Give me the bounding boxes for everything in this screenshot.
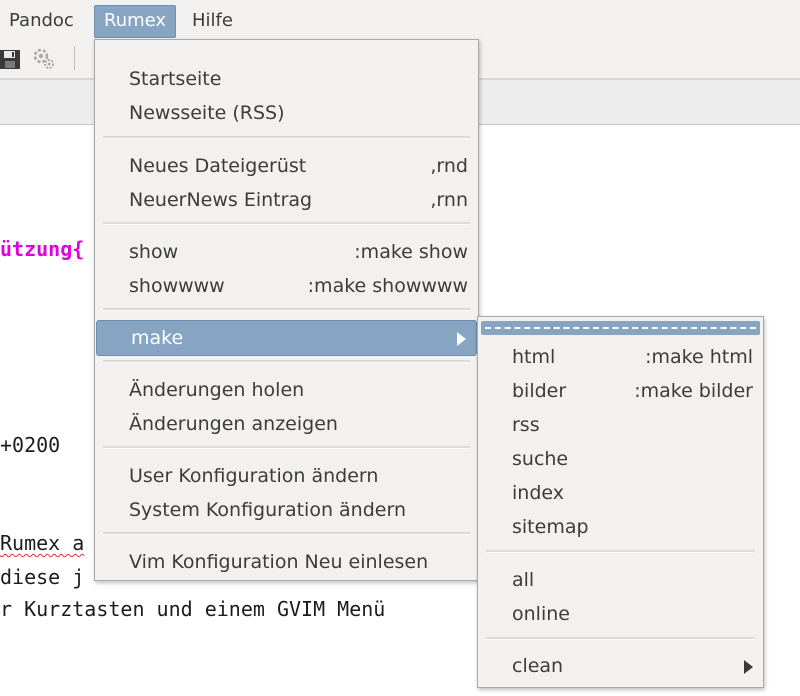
menu-item-accelerator: :make showwww: [307, 275, 468, 297]
menu-item-label: all: [512, 569, 535, 591]
menu-hilfe[interactable]: Hilfe: [183, 5, 242, 36]
menu-separator: [486, 550, 755, 553]
menu-item-label: bilder: [512, 380, 567, 402]
chevron-right-icon: [744, 660, 753, 674]
menu-item-accelerator: :make html: [645, 346, 753, 368]
menu-item-online[interactable]: online: [478, 597, 763, 631]
menubar: Pandoc Rumex Hilfe: [0, 0, 800, 40]
menu-item-label: System Konfiguration ändern: [129, 499, 406, 521]
menu-item-bilder[interactable]: bilder :make bilder: [478, 374, 763, 408]
menu-item-newsseite[interactable]: Newsseite (RSS): [95, 96, 478, 130]
editor-line-text: Rumex a: [0, 531, 85, 555]
menu-separator: [486, 637, 755, 640]
save-icon[interactable]: [0, 47, 22, 71]
menu-item-html[interactable]: html :make html: [478, 340, 763, 374]
menu-separator: [103, 360, 470, 363]
menu-separator: [103, 222, 470, 225]
menu-item-showwww[interactable]: showwww :make showwww: [95, 269, 478, 303]
menu-separator: [103, 446, 470, 449]
editor-line: ützung{: [0, 237, 85, 261]
make-submenu: html :make html bilder :make bilder rss …: [477, 316, 764, 688]
menu-item-label: make: [131, 327, 184, 349]
menu-item-startseite[interactable]: Startseite: [95, 62, 478, 96]
menu-item-rss[interactable]: rss: [478, 408, 763, 442]
menu-item-system-konfiguration[interactable]: System Konfiguration ändern: [95, 493, 478, 527]
menu-item-label: Neues Dateigerüst: [129, 155, 307, 177]
menu-item-sitemap[interactable]: sitemap: [478, 510, 763, 544]
menu-item-label: Startseite: [129, 68, 222, 90]
menu-item-label: Vim Konfiguration Neu einlesen: [129, 551, 429, 573]
menu-item-accelerator: ,rnn: [430, 189, 468, 211]
menu-item-label: showwww: [129, 275, 225, 297]
menu-item-label: online: [512, 603, 570, 625]
menu-pandoc[interactable]: Pandoc: [0, 5, 83, 36]
menu-item-clean[interactable]: clean: [478, 649, 763, 683]
editor-line: +0200: [0, 433, 61, 457]
menu-item-neues-dateigeruest[interactable]: Neues Dateigerüst ,rnd: [95, 149, 478, 183]
menu-item-aenderungen-holen[interactable]: Änderungen holen: [95, 373, 478, 407]
menu-item-make[interactable]: make: [96, 320, 477, 356]
menu-item-label: show: [129, 241, 179, 263]
menu-item-label: rss: [512, 414, 540, 436]
menu-item-label: Newsseite (RSS): [129, 102, 285, 124]
menu-item-show[interactable]: show :make show: [95, 235, 478, 269]
menu-item-accelerator: ,rnd: [430, 155, 468, 177]
editor-line: r Kurztasten und einem GVIM Menü: [0, 597, 386, 621]
editor-line: diese j: [0, 565, 85, 589]
menu-item-label: html: [512, 346, 556, 368]
menu-item-vim-konfiguration[interactable]: Vim Konfiguration Neu einlesen: [95, 545, 478, 579]
menu-item-aenderungen-anzeigen[interactable]: Änderungen anzeigen: [95, 407, 478, 441]
menu-item-suche[interactable]: suche: [478, 442, 763, 476]
menu-item-label: Änderungen holen: [129, 379, 305, 401]
chevron-right-icon: [457, 332, 466, 346]
tearoff-handle[interactable]: [481, 321, 760, 335]
menu-item-user-konfiguration[interactable]: User Konfiguration ändern: [95, 459, 478, 493]
menu-item-accelerator: :make bilder: [634, 380, 753, 402]
menu-item-accelerator: :make show: [354, 241, 468, 263]
settings-icon[interactable]: [33, 47, 55, 71]
menu-item-label: Änderungen anzeigen: [129, 413, 338, 435]
menu-item-label: suche: [512, 448, 569, 470]
menu-separator: [103, 136, 470, 139]
rumex-menu: Startseite Newsseite (RSS) Neues Dateige…: [94, 39, 479, 581]
menu-item-label: clean: [512, 655, 564, 677]
menu-item-label: User Konfiguration ändern: [129, 465, 379, 487]
editor-line: Rumex a: [0, 531, 84, 555]
menu-item-neuernews-eintrag[interactable]: NeuerNews Eintrag ,rnn: [95, 183, 478, 217]
menu-item-all[interactable]: all: [478, 563, 763, 597]
menu-item-index[interactable]: index: [478, 476, 763, 510]
menu-item-label: NeuerNews Eintrag: [129, 189, 313, 211]
menu-rumex[interactable]: Rumex: [94, 5, 177, 38]
menu-separator: [103, 308, 470, 311]
menu-item-label: sitemap: [512, 516, 589, 538]
menu-separator: [103, 532, 470, 535]
menu-item-label: index: [512, 482, 564, 504]
toolbar-separator: [74, 46, 75, 70]
